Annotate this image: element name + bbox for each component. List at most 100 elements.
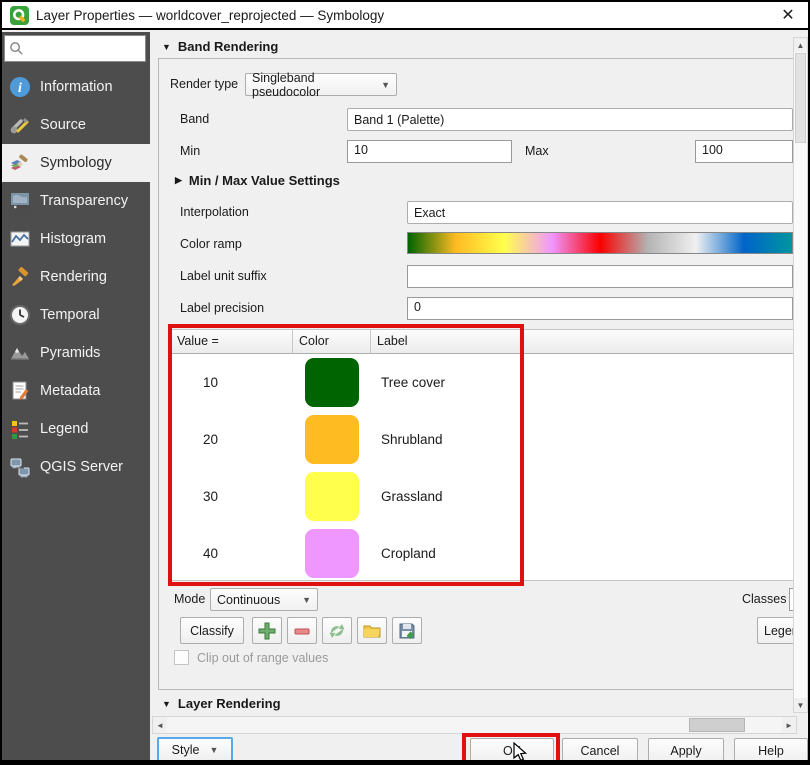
max-input[interactable]: 100 [695, 140, 793, 163]
search-input[interactable] [24, 42, 134, 56]
class-value[interactable]: 10 [171, 375, 293, 390]
sidebar-item-label: Metadata [40, 383, 100, 399]
interpolation-value: Exact [414, 206, 445, 220]
render-type-dropdown[interactable]: Singleband pseudocolor ▼ [245, 73, 397, 96]
class-label[interactable]: Grassland [371, 489, 794, 504]
qgis-logo-icon [10, 6, 29, 25]
class-label[interactable]: Shrubland [371, 432, 794, 447]
classes-table: Value = Color Label 10 Tree cover 20 Shr… [170, 329, 795, 581]
window-title: Layer Properties — worldcover_reprojecte… [36, 8, 384, 23]
vertical-scrollbar[interactable]: ▲ ▼ [793, 37, 808, 713]
vertical-scrollbar-thumb[interactable] [795, 53, 806, 143]
sidebar-item-rendering[interactable]: Rendering [2, 258, 150, 296]
color-ramp-label: Color ramp [180, 237, 242, 251]
title-bar: Layer Properties — worldcover_reprojecte… [2, 2, 808, 30]
metadata-icon [9, 380, 31, 402]
table-row[interactable]: 20 Shrubland [171, 411, 794, 468]
scroll-up-icon[interactable]: ▲ [794, 38, 807, 52]
label-precision-input[interactable]: 0 [407, 297, 793, 320]
class-value[interactable]: 40 [171, 546, 293, 561]
min-label: Min [180, 144, 200, 158]
table-row[interactable]: 10 Tree cover [171, 354, 794, 411]
table-row[interactable]: 40 Cropland [171, 525, 794, 582]
temporal-icon [9, 304, 31, 326]
horizontal-scrollbar-thumb[interactable] [689, 718, 745, 732]
legend-settings-button[interactable]: Legend [757, 617, 795, 644]
column-header-label[interactable]: Label [371, 330, 794, 353]
label-unit-suffix-input[interactable] [407, 265, 793, 288]
mode-value: Continuous [217, 593, 280, 607]
color-swatch[interactable] [305, 358, 359, 407]
ok-label: OK [503, 744, 521, 758]
class-label[interactable]: Tree cover [371, 375, 794, 390]
histogram-icon [9, 228, 31, 250]
rendering-icon [9, 266, 31, 288]
sidebar-item-source[interactable]: Source [2, 106, 150, 144]
label-unit-suffix-label: Label unit suffix [180, 269, 267, 283]
label-precision-label: Label precision [180, 301, 264, 315]
sidebar-item-symbology[interactable]: Symbology [2, 144, 150, 182]
layer-rendering-header[interactable]: ▼ Layer Rendering [162, 696, 281, 711]
sidebar-item-pyramids[interactable]: Pyramids [2, 334, 150, 372]
min-value: 10 [354, 143, 368, 157]
symbology-icon [9, 152, 31, 174]
remove-class-button[interactable] [287, 617, 317, 644]
sidebar-item-metadata[interactable]: Metadata [2, 372, 150, 410]
minmax-settings-title: Min / Max Value Settings [189, 173, 340, 188]
folder-icon [362, 621, 382, 641]
render-type-label: Render type [170, 77, 238, 91]
sidebar-item-legend[interactable]: Legend [2, 410, 150, 448]
transparency-icon [9, 190, 31, 212]
information-icon: i [9, 76, 31, 98]
close-icon[interactable]: ✕ [776, 5, 800, 25]
minmax-settings-header[interactable]: ▶ Min / Max Value Settings [175, 173, 340, 188]
color-swatch[interactable] [305, 529, 359, 578]
column-header-color[interactable]: Color [293, 330, 371, 353]
min-input[interactable]: 10 [347, 140, 512, 163]
sidebar-item-qgis-server[interactable]: QGIS Server [2, 448, 150, 486]
load-from-file-button[interactable] [357, 617, 387, 644]
symbology-panel: ▼ Band Rendering Render type Singleband … [150, 32, 808, 763]
chevron-down-icon: ▼ [302, 595, 311, 605]
scroll-left-icon[interactable]: ◄ [153, 717, 167, 733]
class-value[interactable]: 30 [171, 489, 293, 504]
mode-dropdown[interactable]: Continuous ▼ [210, 588, 318, 611]
classes-table-header: Value = Color Label [171, 330, 794, 354]
sidebar-item-label: Information [40, 79, 113, 95]
clip-out-of-range-row: Clip out of range values [174, 650, 328, 665]
band-value: Band 1 (Palette) [354, 113, 444, 127]
sidebar-item-information[interactable]: i Information [2, 68, 150, 106]
collapse-triangle-icon: ▼ [162, 42, 171, 52]
sidebar-item-label: Source [40, 117, 86, 133]
sidebar-item-transparency[interactable]: Transparency [2, 182, 150, 220]
class-value[interactable]: 20 [171, 432, 293, 447]
search-icon [9, 41, 24, 56]
color-swatch[interactable] [305, 472, 359, 521]
save-file-icon [397, 621, 417, 641]
sidebar-item-histogram[interactable]: Histogram [2, 220, 150, 258]
horizontal-scrollbar[interactable]: ◄ ► [152, 716, 797, 734]
column-header-value[interactable]: Value = [171, 330, 293, 353]
classify-button[interactable]: Classify [180, 617, 244, 644]
interpolation-label: Interpolation [180, 205, 249, 219]
legend-icon [9, 418, 31, 440]
class-label[interactable]: Cropland [371, 546, 794, 561]
save-to-file-button[interactable] [392, 617, 422, 644]
clip-checkbox[interactable] [174, 650, 189, 665]
color-swatch[interactable] [305, 415, 359, 464]
add-class-button[interactable] [252, 617, 282, 644]
layer-rendering-title: Layer Rendering [178, 696, 281, 711]
classify-label: Classify [190, 624, 234, 638]
help-label: Help [758, 744, 784, 758]
band-dropdown[interactable]: Band 1 (Palette) [347, 108, 793, 131]
scroll-right-icon[interactable]: ► [782, 717, 796, 733]
sidebar-item-temporal[interactable]: Temporal [2, 296, 150, 334]
sidebar-search[interactable] [4, 35, 146, 62]
load-colormap-button[interactable] [322, 617, 352, 644]
interpolation-dropdown[interactable]: Exact [407, 201, 793, 224]
band-rendering-header[interactable]: ▼ Band Rendering [162, 39, 278, 54]
legend-settings-label: Legend [764, 624, 795, 638]
color-ramp-bar[interactable] [407, 232, 793, 254]
table-row[interactable]: 30 Grassland [171, 468, 794, 525]
scroll-down-icon[interactable]: ▼ [794, 698, 807, 712]
